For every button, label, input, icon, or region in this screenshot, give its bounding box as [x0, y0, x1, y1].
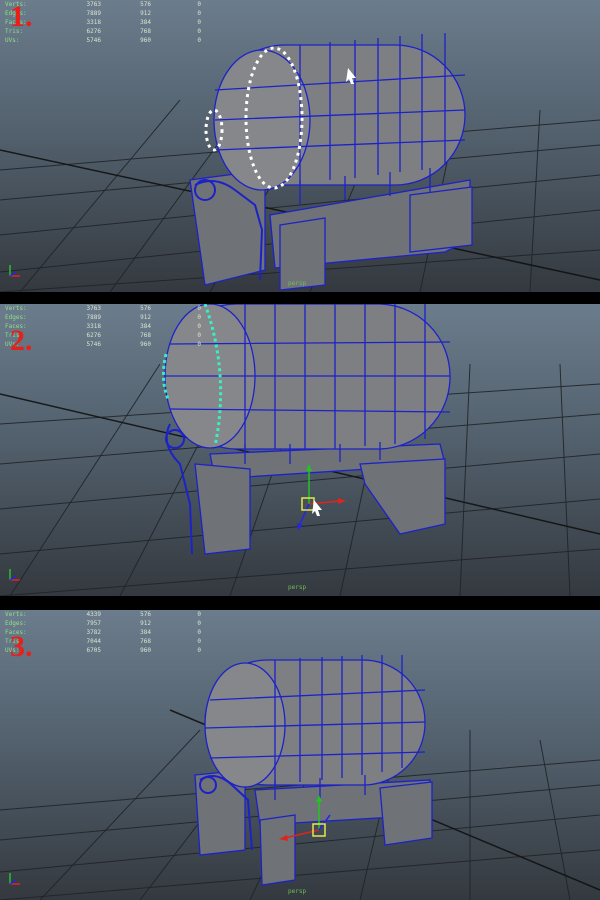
pipe-details: [165, 423, 193, 555]
step-label: 3.: [10, 630, 33, 663]
axis-indicator-icon: [9, 873, 20, 885]
step-label: 2.: [10, 324, 33, 357]
tank-base: [194, 443, 446, 555]
camera-label: persp: [288, 280, 307, 287]
camera-label: persp: [288, 584, 307, 591]
poly-count-hud: Verts: 3763 576 0 Edges: 7889 912 0 Faces: 3318…: [5, 305, 201, 348]
poly-count-hud: Verts: 4339 576 0 Edges: 7957 912 0 Faces: 3782…: [5, 611, 201, 654]
poly-count-hud: Verts: 3763 576 0 Edges: 7889 912 0 Faces: 3318…: [5, 1, 201, 44]
tank-body: [213, 33, 466, 205]
step-label: 1.: [10, 0, 33, 33]
camera-label: persp: [288, 888, 307, 895]
tank-body: [204, 655, 426, 800]
viewport-panel-2[interactable]: Verts: 3763 576 0 Edges: 7889 912 0 Faces: 3318…: [0, 304, 600, 596]
move-manipulator-icon: [297, 464, 346, 530]
axis-indicator-icon: [9, 569, 20, 581]
axis-indicator-icon: [9, 265, 20, 277]
tank-body: [164, 304, 451, 464]
viewport-panel-1[interactable]: Verts: 3763 576 0 Edges: 7889 912 0 Faces: 3318…: [0, 0, 600, 292]
viewport-panel-3[interactable]: Verts: 4339 576 0 Edges: 7957 912 0 Faces: 3782…: [0, 610, 600, 900]
